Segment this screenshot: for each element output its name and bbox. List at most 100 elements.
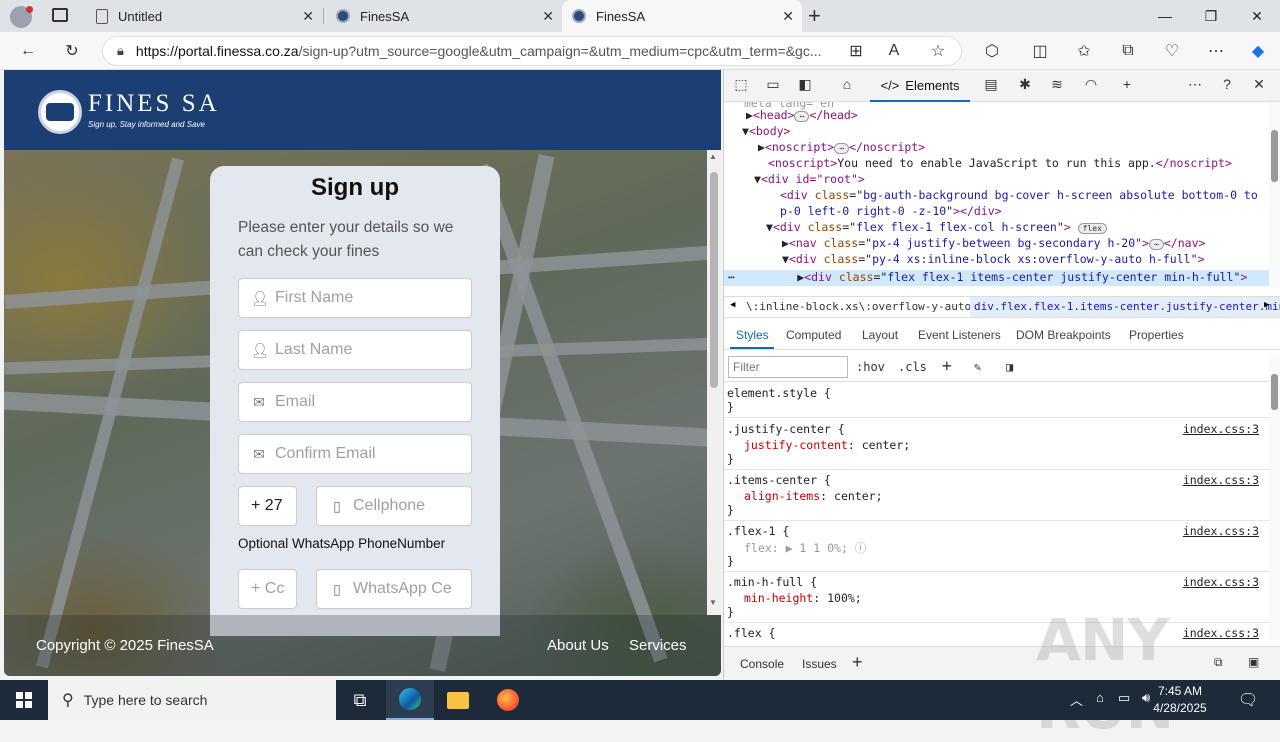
dom-line-body[interactable]: ▼<body> [742, 124, 790, 138]
first-name-field[interactable]: 👤︎ First Name [238, 278, 472, 318]
paint-brush-icon[interactable]: ✎ [974, 360, 981, 374]
rule-source-link[interactable]: index.css:3 [1183, 422, 1259, 436]
address-bar[interactable]: 🔒︎ https://portal.finessa.co.za/sign-up?… [102, 36, 962, 66]
tab-actions-icon[interactable] [52, 8, 68, 22]
welcome-home-icon[interactable]: ⌂ [836, 76, 858, 96]
start-button[interactable] [0, 680, 48, 720]
taskbar-search-box[interactable]: ⚲ Type here to search [48, 680, 336, 720]
ellipsis-badge[interactable]: ⋯ [794, 111, 810, 122]
close-tab-icon[interactable]: ✕ [782, 8, 794, 25]
app-available-icon[interactable]: ⊞ [842, 38, 870, 64]
dom-tree-scrollbar[interactable] [1269, 102, 1280, 288]
tab-finessa-active[interactable]: FinesSA ✕ [562, 0, 802, 32]
rule-declaration[interactable]: justify-content: center; [744, 438, 910, 452]
class-toggle-button[interactable]: .cls [898, 360, 927, 374]
split-screen-icon[interactable]: ◫ [1026, 38, 1054, 64]
tab-dom-breakpoints[interactable]: DOM Breakpoints [1016, 328, 1111, 342]
copilot-icon[interactable]: ◆ [1244, 38, 1272, 64]
help-icon[interactable]: ? [1216, 76, 1238, 96]
edge-browser-icon[interactable] [386, 680, 434, 720]
breadcrumb-left-arrow-icon[interactable]: ◀ [730, 300, 735, 310]
styles-filter-input[interactable]: Filter [728, 356, 848, 378]
notifications-icon[interactable]: 🗨︎ [1238, 690, 1258, 710]
site-logo[interactable]: FINES SA Sign up, Stay informed and Save [38, 90, 220, 134]
scrollbar-thumb[interactable] [1271, 130, 1278, 182]
restore-icon[interactable]: ❐ [1188, 0, 1234, 32]
rule-source-link[interactable]: index.css:3 [1183, 473, 1259, 487]
network-icon[interactable]: ▭ [1118, 690, 1130, 706]
email-field[interactable]: ✉ Email [238, 382, 472, 422]
dom-line-bg-div[interactable]: <div class="bg-auth-background bg-cover … [780, 188, 1258, 202]
close-tab-icon[interactable]: ✕ [542, 8, 554, 25]
dom-line-nav[interactable]: ▶<nav class="px-4 justify-between bg-sec… [782, 236, 1205, 250]
show-hidden-icons-chevron-icon[interactable]: ︿ [1070, 690, 1083, 709]
rule-declaration[interactable]: align-items: center; [744, 489, 883, 503]
performance-icon[interactable]: ♡ [1158, 38, 1186, 64]
scrollbar-thumb[interactable] [710, 172, 718, 388]
info-icon[interactable]: ⓘ [855, 541, 867, 555]
about-us-link[interactable]: About Us [547, 637, 609, 654]
inspect-element-icon[interactable]: ⬚ [730, 76, 752, 96]
ellipsis-badge[interactable]: ⋯ [1149, 239, 1164, 250]
more-tools-plus-icon[interactable]: + [1116, 76, 1138, 96]
network-wifi-icon[interactable]: ≋ [1046, 76, 1068, 96]
ellipsis-badge[interactable]: ⋯ [834, 143, 850, 154]
rule-source-link[interactable]: index.css:3 [1183, 524, 1259, 538]
back-arrow-icon[interactable]: ← [14, 38, 42, 64]
add-drawer-tab-icon[interactable]: + [852, 652, 863, 673]
tab-layout[interactable]: Layout [862, 328, 898, 342]
style-rule[interactable]: .justify-center { index.css:3 justify-co… [724, 420, 1269, 470]
rule-declaration[interactable]: flex: ▶ 1 1 0%; ⓘ [744, 540, 866, 556]
more-options-icon[interactable]: ⋯ [1202, 38, 1230, 64]
dom-line-noscript-text[interactable]: <noscript>You need to enable JavaScript … [768, 156, 1232, 170]
scroll-up-arrow-icon[interactable]: ▲ [709, 152, 717, 161]
close-tab-icon[interactable]: ✕ [302, 8, 314, 25]
console-tab-icon[interactable]: ▤ [980, 76, 1002, 96]
close-devtools-icon[interactable]: ✕ [1248, 76, 1270, 96]
dom-line-head[interactable]: ▶<head> ⋯ </head> [746, 108, 858, 122]
page-scrollbar[interactable]: ▲ ▼ [707, 150, 721, 615]
tab-styles[interactable]: Styles [736, 328, 769, 342]
read-aloud-icon[interactable]: A [880, 38, 908, 64]
dom-line-selected[interactable]: ⋯ ▶<div class="flex flex-1 items-center … [728, 270, 1247, 284]
rule-declaration[interactable]: min-height: 100%; [744, 591, 862, 605]
flex-badge[interactable]: flex [1077, 223, 1107, 234]
dom-line-root[interactable]: ▼<div id="root"> [754, 172, 865, 186]
whatsapp-country-code-field[interactable]: + Cc [238, 569, 297, 609]
file-explorer-icon[interactable] [434, 680, 482, 720]
system-clock[interactable]: 7:45 AM 4/28/2025 [1140, 683, 1220, 717]
breadcrumb-right-arrow-icon[interactable]: ▶ [1264, 300, 1269, 310]
collections-icon[interactable]: ⧉ [1114, 38, 1142, 64]
rule-source-link[interactable]: index.css:3 [1183, 575, 1259, 589]
scrollbar-thumb[interactable] [1271, 374, 1278, 410]
minimize-icon[interactable]: — [1142, 0, 1188, 32]
tab-computed[interactable]: Computed [786, 328, 841, 342]
refresh-icon[interactable]: ↻ [58, 38, 86, 64]
dom-line-noscript[interactable]: ▶<noscript> ⋯ </noscript> [758, 140, 925, 154]
drawer-tab-issues[interactable]: Issues [802, 657, 837, 671]
sources-bug-icon[interactable]: ✱ [1014, 76, 1036, 96]
hover-state-button[interactable]: :hov [856, 360, 885, 374]
devtools-more-icon[interactable]: ⋯ [1184, 76, 1206, 96]
drawer-tab-console[interactable]: Console [740, 657, 784, 671]
device-icon[interactable]: ⌂ [1096, 690, 1104, 705]
device-emulation-icon[interactable]: ▭ [762, 76, 784, 96]
style-rule[interactable]: .items-center { index.css:3 align-items:… [724, 471, 1269, 521]
confirm-email-field[interactable]: ✉ Confirm Email [238, 434, 472, 474]
dom-tree[interactable]: meta lang="en" ▶<head> ⋯ </head> ▼<body> ▶… [724, 102, 1269, 288]
tab-finessa-1[interactable]: FinesSA ✕ [326, 0, 562, 32]
favorite-star-icon[interactable]: ☆ [924, 38, 952, 64]
performance-gauge-icon[interactable]: ◠ [1080, 76, 1102, 96]
last-name-field[interactable]: 👤︎ Last Name [238, 330, 472, 370]
styles-scrollbar[interactable] [1269, 354, 1280, 640]
country-code-field[interactable]: + 27 [238, 486, 297, 526]
task-view-icon[interactable]: ⧉ [336, 680, 384, 720]
style-rule[interactable]: .flex-1 { index.css:3 flex: ▶ 1 1 0%; ⓘ … [724, 522, 1269, 572]
style-rule[interactable]: element.style { } [724, 384, 1269, 418]
tab-properties[interactable]: Properties [1129, 328, 1184, 342]
dock-side-icon[interactable]: ◧ [794, 76, 816, 96]
favorites-icon[interactable]: ✩ [1070, 38, 1098, 64]
cellphone-field[interactable]: ▯ Cellphone [316, 486, 472, 526]
dom-line-flex-col[interactable]: ▼<div class="flex flex-1 flex-col h-scre… [766, 220, 1107, 234]
firefox-icon[interactable] [484, 680, 532, 720]
